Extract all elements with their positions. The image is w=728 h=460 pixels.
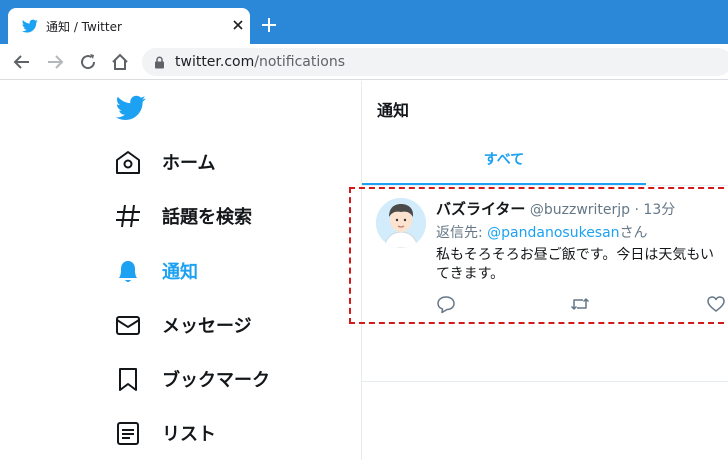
tab-all-label: すべて — [483, 152, 525, 168]
url-host: twitter.com — [175, 54, 255, 70]
tab-all[interactable]: すべて — [362, 135, 646, 185]
tweet-divider — [362, 381, 728, 382]
new-tab-plus-icon[interactable] — [260, 16, 278, 34]
browser-tab-strip: 通知 / Twitter — [0, 0, 728, 44]
reload-icon[interactable] — [78, 52, 98, 72]
tab-title: 通知 / Twitter — [46, 20, 122, 34]
bell-icon — [119, 261, 137, 282]
home-icon — [116, 151, 140, 174]
sidebar-item-explore[interactable]: 話題を検索 — [112, 195, 352, 235]
url-text: twitter.com/notifications — [175, 54, 345, 70]
sidebar-item-label: 話題を検索 — [162, 207, 252, 228]
list-icon — [117, 422, 139, 445]
twitter-logo-icon[interactable] — [116, 95, 146, 121]
mail-icon — [116, 316, 140, 335]
sidebar-item-label: リスト — [162, 424, 216, 445]
back-arrow-icon[interactable] — [12, 52, 32, 72]
sidebar-item-notifications[interactable]: 通知 — [112, 250, 352, 290]
address-bar[interactable]: twitter.com/notifications — [142, 48, 728, 76]
sidebar-item-home[interactable]: ホーム — [112, 141, 352, 181]
sidebar-item-bookmarks[interactable]: ブックマーク — [112, 358, 352, 398]
sidebar-item-label: 通知 — [162, 262, 198, 283]
browser-tab[interactable]: 通知 / Twitter — [8, 8, 250, 44]
bookmark-icon — [119, 368, 137, 391]
sidebar: ホーム 話題を検索 通知 メッセージ ブックマーク リスト — [0, 81, 361, 460]
sidebar-item-label: メッセージ — [162, 316, 252, 337]
sidebar-item-label: ブックマーク — [162, 370, 270, 391]
twitter-favicon-icon — [22, 19, 38, 33]
browser-toolbar: twitter.com/notifications — [0, 44, 728, 80]
close-icon[interactable] — [230, 17, 246, 33]
highlight-annotation-box — [349, 187, 728, 324]
home-browser-icon[interactable] — [110, 52, 130, 72]
hashtag-icon — [116, 204, 140, 228]
sidebar-item-messages[interactable]: メッセージ — [112, 304, 352, 344]
forward-arrow-icon[interactable] — [45, 52, 65, 72]
lock-icon — [155, 56, 164, 69]
sidebar-item-label: ホーム — [162, 153, 216, 174]
sidebar-item-lists[interactable]: リスト — [112, 412, 352, 452]
url-path: /notifications — [254, 54, 345, 70]
page-title: 通知 — [377, 101, 410, 120]
